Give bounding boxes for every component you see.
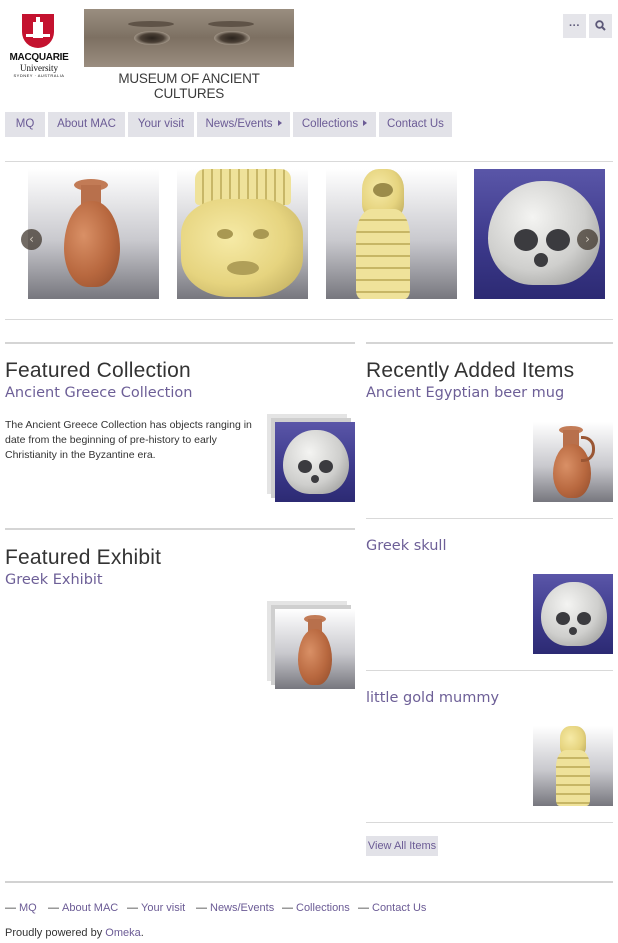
- nav-item-contact[interactable]: Contact Us: [379, 112, 452, 137]
- recent-item-thumbnail-beer-mug[interactable]: [533, 422, 613, 502]
- powered-by-suffix: .: [140, 927, 144, 939]
- recent-item-thumbnail-skull[interactable]: [533, 574, 613, 654]
- carousel-slide-gold-amulet[interactable]: [177, 169, 308, 299]
- search-icon: [595, 20, 606, 31]
- search-button[interactable]: [589, 14, 612, 38]
- nav-label: About MAC: [57, 118, 116, 130]
- footer-link-news-events[interactable]: — News/Events: [196, 902, 274, 914]
- featured-collection-heading: Featured Collection: [5, 359, 191, 382]
- museum-banner[interactable]: MUSEUM OF ANCIENT CULTURES: [84, 9, 294, 101]
- footer-link-label: Contact Us: [372, 902, 427, 914]
- divider: [5, 161, 613, 162]
- carousel-slide-vase[interactable]: [28, 169, 159, 299]
- chevron-left-icon: ‹: [29, 232, 34, 246]
- carousel-prev-button[interactable]: ‹: [21, 229, 42, 250]
- view-all-items-button[interactable]: View All Items: [366, 836, 438, 856]
- footer-link-about[interactable]: — About MAC: [48, 902, 118, 914]
- section-divider: [5, 342, 355, 344]
- footer-divider: [5, 881, 613, 883]
- museum-title: MUSEUM OF ANCIENT CULTURES: [118, 71, 260, 101]
- nav-label: MQ: [15, 118, 35, 130]
- ellipsis-icon: ···: [569, 20, 580, 32]
- item-divider: [366, 822, 613, 823]
- section-divider: [366, 342, 613, 344]
- nav-item-visit[interactable]: Your visit: [128, 112, 194, 137]
- footer-link-collections[interactable]: — Collections: [282, 902, 350, 914]
- featured-collection-thumbnail[interactable]: [275, 422, 355, 502]
- recent-item-title[interactable]: Ancient Egyptian beer mug: [366, 385, 564, 401]
- nav-item-news-events[interactable]: News/Events: [197, 112, 290, 137]
- carousel-slide-gold-mummy[interactable]: [326, 169, 457, 299]
- recent-item-title[interactable]: little gold mummy: [366, 690, 499, 706]
- recent-item-title[interactable]: Greek skull: [366, 538, 446, 554]
- nav-item-collections[interactable]: Collections: [293, 112, 376, 137]
- shield-icon: [22, 14, 54, 48]
- footer-link-mq[interactable]: — MQ: [5, 902, 37, 914]
- nav-label: Your visit: [137, 118, 185, 130]
- statue-eyes-image: [84, 9, 294, 67]
- footer-link-label: Collections: [296, 902, 350, 914]
- featured-exhibit-link[interactable]: Greek Exhibit: [5, 572, 103, 588]
- caret-right-icon: [363, 120, 368, 126]
- featured-exhibit-heading: Featured Exhibit: [5, 546, 162, 569]
- chevron-right-icon: ›: [585, 232, 590, 246]
- footer-link-contact[interactable]: — Contact Us: [358, 902, 426, 914]
- item-divider: [366, 670, 613, 671]
- footer-link-label: Your visit: [141, 902, 186, 914]
- divider: [5, 319, 613, 320]
- university-logo[interactable]: MACQUARIE University SYDNEY · AUSTRALIA: [5, 14, 73, 80]
- featured-collection-link[interactable]: Ancient Greece Collection: [5, 385, 192, 401]
- nav-label: Contact Us: [387, 118, 444, 130]
- featured-exhibit-thumbnail[interactable]: [275, 609, 355, 689]
- powered-by: Proudly powered by Omeka.: [5, 927, 144, 939]
- logo-subtitle: University: [20, 63, 58, 73]
- logo-location: SYDNEY · AUSTRALIA: [13, 73, 65, 78]
- nav-label: Collections: [301, 118, 359, 130]
- powered-by-text: Proudly powered by: [5, 927, 106, 939]
- footer-link-visit[interactable]: — Your visit: [127, 902, 185, 914]
- item-divider: [366, 518, 613, 519]
- nav-label: News/Events: [205, 118, 273, 130]
- caret-right-icon: [277, 120, 282, 126]
- omeka-link[interactable]: Omeka: [105, 927, 140, 939]
- footer-link-label: About MAC: [62, 902, 119, 914]
- nav-item-about[interactable]: About MAC: [48, 112, 125, 137]
- footer-link-label: MQ: [19, 902, 37, 914]
- recent-items-heading: Recently Added Items: [366, 359, 575, 382]
- carousel-next-button[interactable]: ›: [577, 229, 598, 250]
- nav-item-mq[interactable]: MQ: [5, 112, 45, 137]
- menu-button[interactable]: ···: [563, 14, 586, 38]
- featured-collection-description: The Ancient Greece Collection has object…: [5, 419, 252, 461]
- section-divider: [5, 528, 355, 530]
- recent-item-thumbnail-gold-mummy[interactable]: [533, 726, 613, 806]
- logo-wordmark: MACQUARIE: [9, 52, 69, 63]
- footer-link-label: News/Events: [210, 902, 275, 914]
